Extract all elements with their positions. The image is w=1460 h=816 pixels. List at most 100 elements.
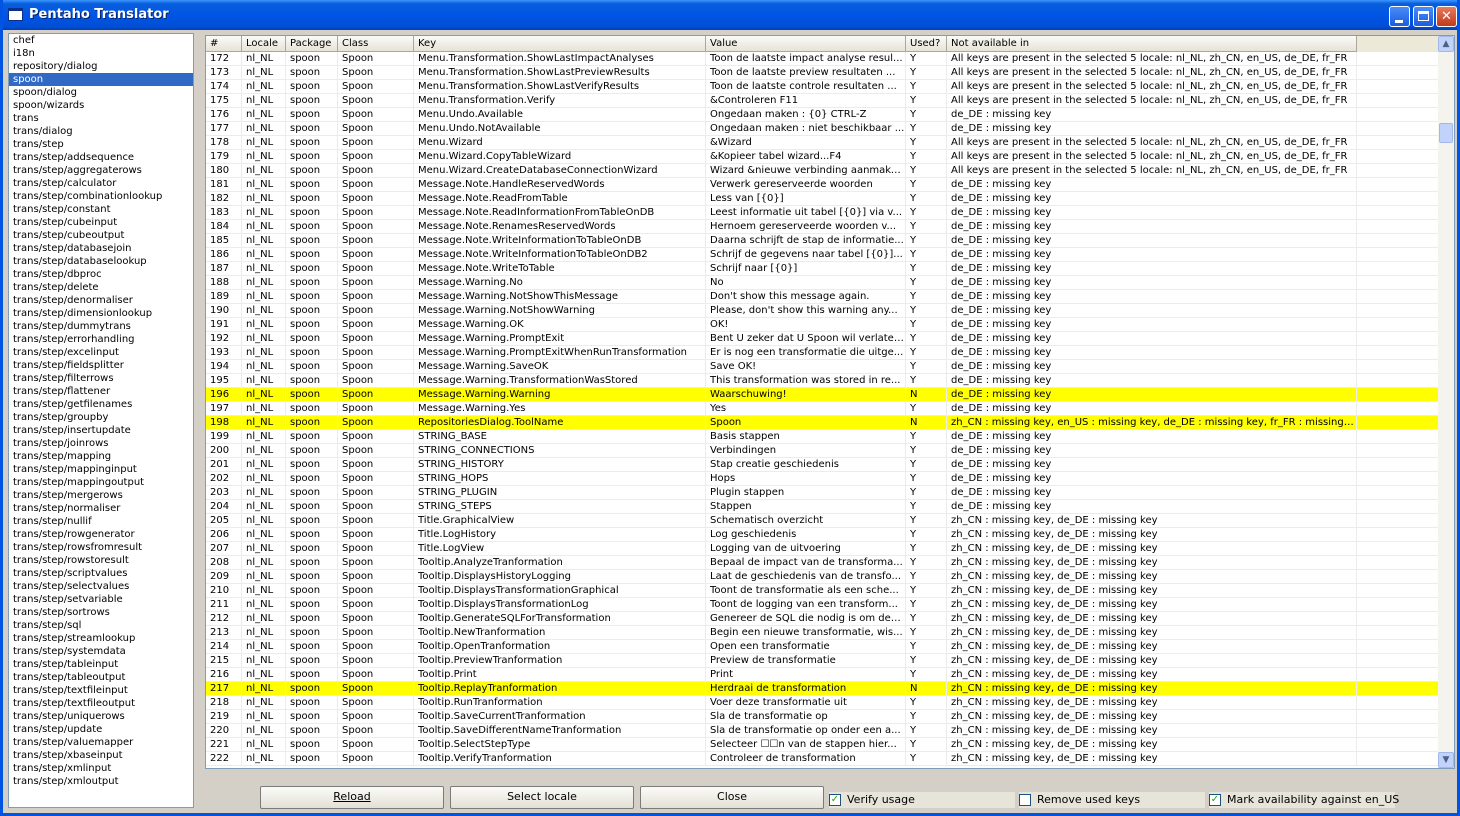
remove-used-keys-checkbox[interactable]: Remove used keys [1019, 792, 1205, 808]
table-row[interactable]: 210 nl_NL spoon Spoon Tooltip.DisplaysTransf… [206, 584, 1439, 598]
package-tree[interactable]: chef i18n repository/dialog spoon spoon/dial… [8, 33, 194, 808]
tree-item[interactable]: trans/step/flattener [9, 385, 193, 398]
tree-item[interactable]: trans/step/xmloutput [9, 775, 193, 788]
tree-item[interactable]: trans/step/uniquerows [9, 710, 193, 723]
tree-item[interactable]: trans/step/tableinput [9, 658, 193, 671]
tree-item[interactable]: trans/step/rowgenerator [9, 528, 193, 541]
column-header[interactable]: Locale [242, 36, 286, 52]
close-window-button[interactable]: ✕ [1436, 6, 1457, 27]
table-row[interactable]: 222 nl_NL spoon Spoon Tooltip.VerifyTranform… [206, 752, 1439, 766]
table-row[interactable]: 174 nl_NL spoon Spoon Menu.Transformation.Sh… [206, 80, 1439, 94]
tree-item[interactable]: trans/step/streamlookup [9, 632, 193, 645]
verify-usage-box[interactable]: ✓ [829, 794, 841, 806]
table-row[interactable]: 199 nl_NL spoon Spoon STRING_BASE Basis stapp… [206, 430, 1439, 444]
tree-item[interactable]: trans/step/dimensionlookup [9, 307, 193, 320]
tree-item[interactable]: i18n [9, 47, 193, 60]
tree-item[interactable]: trans/step/sortrows [9, 606, 193, 619]
tree-item[interactable]: trans/step/constant [9, 203, 193, 216]
table-row[interactable]: 172 nl_NL spoon Spoon Menu.Transformation.Sh… [206, 52, 1439, 66]
tree-item[interactable]: trans/step/cubeinput [9, 216, 193, 229]
table-row[interactable]: 180 nl_NL spoon Spoon Menu.Wizard.CreateData… [206, 164, 1439, 178]
mark-availability-checkbox[interactable]: ✓ Mark availability against en_US [1209, 792, 1399, 808]
tree-item[interactable]: trans/step/joinrows [9, 437, 193, 450]
tree-item[interactable]: spoon/dialog [9, 86, 193, 99]
table-row[interactable]: 200 nl_NL spoon Spoon STRING_CONNECTIONS Verb… [206, 444, 1439, 458]
column-header[interactable]: Package [286, 36, 338, 52]
tree-item[interactable]: spoon/wizards [9, 99, 193, 112]
tree-item[interactable]: trans/step/mapping [9, 450, 193, 463]
tree-item[interactable]: trans/step/denormaliser [9, 294, 193, 307]
tree-item[interactable]: trans/step/fieldsplitter [9, 359, 193, 372]
table-row[interactable]: 188 nl_NL spoon Spoon Message.Warning.No No Yd… [206, 276, 1439, 290]
table-row[interactable]: 213 nl_NL spoon Spoon Tooltip.NewTranformati… [206, 626, 1439, 640]
table-row[interactable]: 193 nl_NL spoon Spoon Message.Warning.Prompt… [206, 346, 1439, 360]
table-row[interactable]: 178 nl_NL spoon Spoon Menu.Wizard &Wizard Y All… [206, 136, 1439, 150]
close-button[interactable]: Close [640, 786, 824, 809]
table-row[interactable]: 183 nl_NL spoon Spoon Message.Note.ReadInfor… [206, 206, 1439, 220]
table-row[interactable]: 190 nl_NL spoon Spoon Message.Warning.NotSho… [206, 304, 1439, 318]
table-row[interactable]: 201 nl_NL spoon Spoon STRING_HISTORY Stap cre… [206, 458, 1439, 472]
tree-item[interactable]: trans/step/setvariable [9, 593, 193, 606]
tree-item[interactable]: trans/step/rowsfromresult [9, 541, 193, 554]
column-header[interactable]: Class [338, 36, 414, 52]
tree-item[interactable]: trans/step/mergerows [9, 489, 193, 502]
table-row[interactable]: 184 nl_NL spoon Spoon Message.Note.RenamesRe… [206, 220, 1439, 234]
minimize-button[interactable] [1389, 6, 1410, 27]
tree-item[interactable]: trans/step/excelinput [9, 346, 193, 359]
table-row[interactable]: 215 nl_NL spoon Spoon Tooltip.PreviewTranfor… [206, 654, 1439, 668]
column-header[interactable]: # [206, 36, 242, 52]
table-row[interactable]: 176 nl_NL spoon Spoon Menu.Undo.Available Ong… [206, 108, 1439, 122]
table-row[interactable]: 181 nl_NL spoon Spoon Message.Note.HandleRes… [206, 178, 1439, 192]
scroll-down-button[interactable]: ▼ [1438, 752, 1454, 768]
table-row[interactable]: 191 nl_NL spoon Spoon Message.Warning.OK OK! Y… [206, 318, 1439, 332]
tree-item[interactable]: trans/step/sql [9, 619, 193, 632]
tree-item[interactable]: trans/step/combinationlookup [9, 190, 193, 203]
table-row[interactable]: 221 nl_NL spoon Spoon Tooltip.SelectStepType… [206, 738, 1439, 752]
tree-item[interactable]: trans/step/cubeoutput [9, 229, 193, 242]
tree-item[interactable]: trans/step/valuemapper [9, 736, 193, 749]
table-row[interactable]: 216 nl_NL spoon Spoon Tooltip.Print Print Yzh_… [206, 668, 1439, 682]
table-row[interactable]: 194 nl_NL spoon Spoon Message.Warning.SaveOK… [206, 360, 1439, 374]
tree-item[interactable]: trans/step/delete [9, 281, 193, 294]
reload-button[interactable]: Reload [260, 786, 444, 809]
tree-item[interactable]: trans/step/getfilenames [9, 398, 193, 411]
tree-item[interactable]: trans/step/normaliser [9, 502, 193, 515]
tree-item[interactable]: trans/step/mappinginput [9, 463, 193, 476]
tree-item[interactable]: trans/step/nullif [9, 515, 193, 528]
tree-item[interactable]: trans/step/insertupdate [9, 424, 193, 437]
tree-item[interactable]: trans/step/filterrows [9, 372, 193, 385]
table-row[interactable]: 202 nl_NL spoon Spoon STRING_HOPS Hops Yde_DE … [206, 472, 1439, 486]
tree-item[interactable]: trans/step/calculator [9, 177, 193, 190]
table-row[interactable]: 177 nl_NL spoon Spoon Menu.Undo.NotAvailable… [206, 122, 1439, 136]
verify-usage-checkbox[interactable]: ✓ Verify usage [829, 792, 1015, 808]
maximize-button[interactable] [1413, 6, 1434, 27]
tree-item[interactable]: trans/step/selectvalues [9, 580, 193, 593]
tree-item[interactable]: trans/step/textfileinput [9, 684, 193, 697]
table-row[interactable]: 197 nl_NL spoon Spoon Message.Warning.Yes Yes… [206, 402, 1439, 416]
tree-item[interactable]: trans/step/xmlinput [9, 762, 193, 775]
table-row[interactable]: 205 nl_NL spoon Spoon Title.GraphicalView Sch… [206, 514, 1439, 528]
tree-item[interactable]: trans/step/mappingoutput [9, 476, 193, 489]
table-row[interactable]: 182 nl_NL spoon Spoon Message.Note.ReadFromT… [206, 192, 1439, 206]
tree-item[interactable]: trans [9, 112, 193, 125]
tree-item[interactable]: trans/step/databaselookup [9, 255, 193, 268]
tree-item[interactable]: trans/step/textfileoutput [9, 697, 193, 710]
table-row[interactable]: 185 nl_NL spoon Spoon Message.Note.WriteInfo… [206, 234, 1439, 248]
table-row[interactable]: 219 nl_NL spoon Spoon Tooltip.SaveCurrentTra… [206, 710, 1439, 724]
table-row[interactable]: 208 nl_NL spoon Spoon Tooltip.AnalyzeTranfor… [206, 556, 1439, 570]
title-bar[interactable]: Pentaho Translator ✕ [3, 0, 1457, 30]
table-row[interactable]: 203 nl_NL spoon Spoon STRING_PLUGIN Plugin st… [206, 486, 1439, 500]
column-header[interactable]: Value [706, 36, 906, 52]
tree-item[interactable]: trans/step/dummytrans [9, 320, 193, 333]
table-row[interactable]: 175 nl_NL spoon Spoon Menu.Transformation.Ve… [206, 94, 1439, 108]
table-row[interactable]: 209 nl_NL spoon Spoon Tooltip.DisplaysHistor… [206, 570, 1439, 584]
scroll-up-button[interactable]: ▲ [1438, 36, 1454, 52]
column-header[interactable]: Not available in [947, 36, 1357, 52]
tree-item[interactable]: trans/step/systemdata [9, 645, 193, 658]
column-header[interactable]: Used? [906, 36, 947, 52]
select-locale-button[interactable]: Select locale [450, 786, 634, 809]
table-row[interactable]: 179 nl_NL spoon Spoon Menu.Wizard.CopyTableW… [206, 150, 1439, 164]
tree-item[interactable]: trans/step/addsequence [9, 151, 193, 164]
tree-item[interactable]: trans/step/tableoutput [9, 671, 193, 684]
column-header[interactable]: Key [414, 36, 706, 52]
